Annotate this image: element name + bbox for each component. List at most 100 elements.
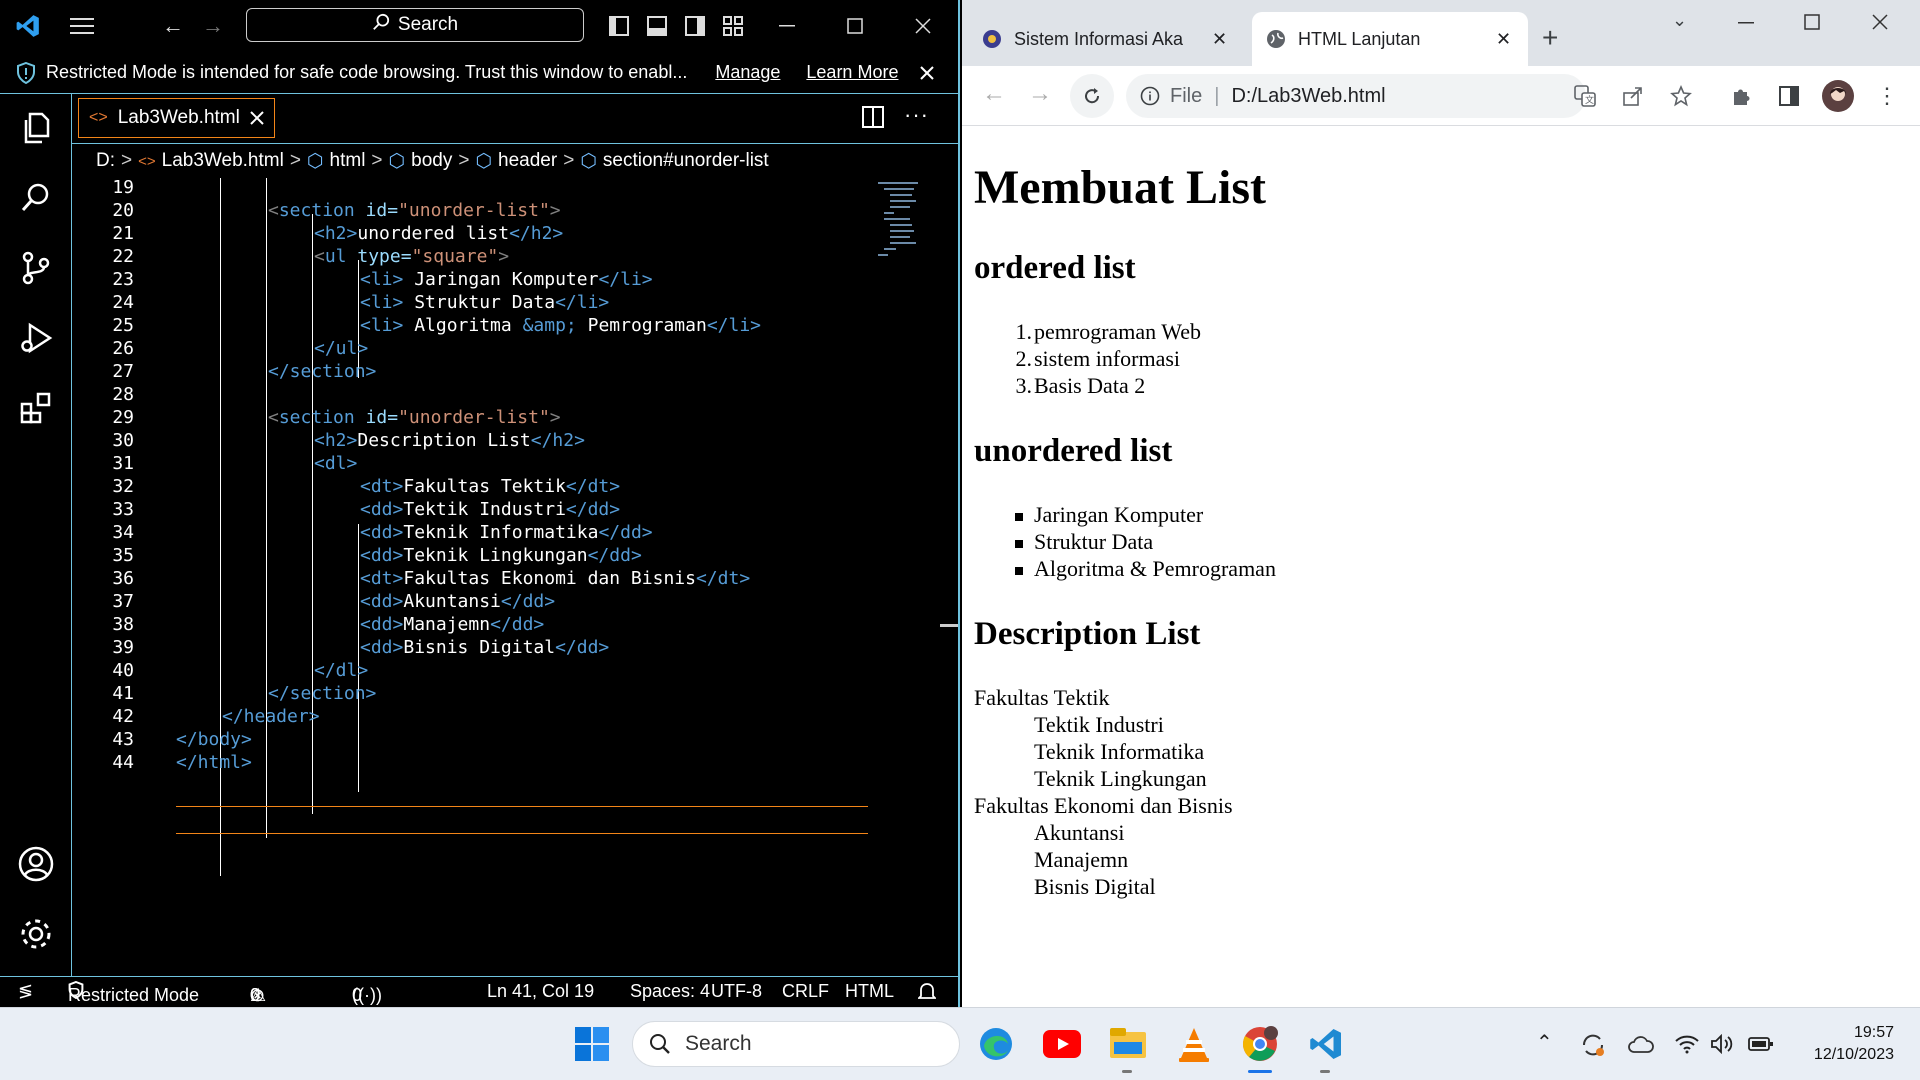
breadcrumb-header[interactable]: header: [498, 150, 557, 172]
list-item: Basis Data 2: [1034, 373, 1146, 398]
sync-icon[interactable]: [1580, 1032, 1606, 1063]
toggle-panel-icon[interactable]: [642, 0, 672, 52]
explorer-icon[interactable]: [10, 102, 62, 154]
code-line-41: </section>: [268, 683, 377, 704]
battery-icon[interactable]: [1748, 1036, 1774, 1057]
restricted-mode-status[interactable]: Restricted Mode: [68, 981, 199, 1005]
onedrive-cloud-icon[interactable]: [1628, 1036, 1654, 1059]
vscode-taskbar-icon[interactable]: [1304, 1022, 1348, 1066]
close-tab-icon[interactable]: [250, 111, 264, 125]
file-explorer-icon[interactable]: [1106, 1022, 1150, 1066]
system-clock[interactable]: 19:57 12/10/2023: [1814, 1022, 1894, 1066]
maximize-icon[interactable]: [1804, 14, 1820, 35]
bookmark-star-icon[interactable]: [1670, 85, 1692, 107]
share-icon[interactable]: [1622, 85, 1644, 107]
tab-lab3web[interactable]: <> Lab3Web.html: [78, 98, 275, 138]
scrollbar-slider[interactable]: [940, 624, 958, 627]
code-editor[interactable]: 19 20 21 22 23 24 25 26 27 28 29 30 31 3…: [72, 177, 958, 976]
volume-icon[interactable]: [1710, 1033, 1736, 1059]
html-file-icon: <>: [89, 109, 108, 126]
close-window-icon[interactable]: [1872, 14, 1888, 35]
chrome-window: Sistem Informasi Aka ✕ HTML Lanjutan ✕ +…: [962, 0, 1920, 1007]
close-banner-icon[interactable]: [920, 65, 935, 80]
menu-icon[interactable]: [64, 0, 100, 52]
current-line-highlight: [176, 806, 868, 834]
line-number: 44: [112, 752, 134, 773]
remote-indicator-icon[interactable]: ≶: [18, 981, 33, 1002]
chrome-icon[interactable]: [1238, 1022, 1282, 1066]
minimap[interactable]: [876, 178, 936, 262]
indentation-status[interactable]: Spaces: 4: [630, 981, 710, 1002]
minimize-icon[interactable]: [772, 0, 802, 52]
more-actions-icon[interactable]: ···: [904, 102, 929, 128]
breadcrumb-body[interactable]: body: [411, 150, 452, 172]
cursor-position[interactable]: Ln 41, Col 19: [487, 981, 594, 1002]
more-menu-icon[interactable]: ⋮: [1876, 83, 1898, 109]
side-panel-icon[interactable]: [1778, 85, 1800, 107]
code-line-32: <dt>Fakultas Tektik</dt>: [360, 476, 621, 497]
profile-avatar[interactable]: [1822, 80, 1854, 112]
search-icon[interactable]: [10, 172, 62, 224]
breadcrumb-section[interactable]: section#unorder-list: [603, 150, 769, 172]
extensions-icon[interactable]: [10, 382, 62, 434]
line-number: 32: [112, 476, 134, 497]
description-detail: Teknik Lingkungan: [1034, 766, 1207, 791]
tab-search-chevron-icon[interactable]: ⌄: [1672, 10, 1687, 31]
learn-more-link[interactable]: Learn More: [806, 62, 898, 83]
extensions-puzzle-icon[interactable]: [1730, 85, 1752, 107]
customize-layout-icon[interactable]: [718, 0, 748, 52]
url-scheme: File: [1170, 84, 1203, 107]
breadcrumb-html[interactable]: html: [330, 150, 366, 172]
new-tab-plus-icon[interactable]: +: [1542, 22, 1558, 54]
reload-icon[interactable]: [1070, 74, 1114, 118]
back-arrow-icon[interactable]: ←: [158, 0, 188, 52]
forward-arrow-icon[interactable]: →: [1028, 80, 1052, 108]
split-editor-icon[interactable]: [862, 106, 884, 133]
list-item: Struktur Data: [1034, 529, 1154, 554]
close-tab-icon[interactable]: ✕: [1212, 29, 1227, 50]
chrome-tab-strip: Sistem Informasi Aka ✕ HTML Lanjutan ✕ +…: [962, 0, 1920, 66]
breadcrumb-file[interactable]: Lab3Web.html: [162, 150, 284, 172]
manage-gear-icon[interactable]: [10, 908, 62, 960]
youtube-icon[interactable]: [1040, 1022, 1084, 1066]
toggle-secondary-sidebar-icon[interactable]: [680, 0, 710, 52]
edge-icon[interactable]: [974, 1022, 1018, 1066]
manage-link[interactable]: Manage: [715, 62, 780, 83]
maximize-icon[interactable]: [840, 0, 870, 52]
vlc-icon[interactable]: [1172, 1022, 1216, 1066]
line-number: 40: [112, 660, 134, 681]
language-mode[interactable]: HTML: [845, 981, 894, 1002]
eol-status[interactable]: CRLF: [782, 981, 829, 1002]
address-bar[interactable]: File | D:/Lab3Web.html: [1126, 74, 1586, 118]
breadcrumb-drive[interactable]: D:: [96, 150, 115, 172]
wifi-icon[interactable]: [1674, 1034, 1700, 1059]
accounts-icon[interactable]: [10, 838, 62, 890]
run-and-debug-icon[interactable]: [10, 312, 62, 364]
tab-html-lanjutan[interactable]: HTML Lanjutan ✕: [1252, 12, 1528, 66]
code-line-27: </section>: [268, 361, 377, 382]
vscode-logo-icon: [10, 0, 46, 52]
taskbar-search[interactable]: Search: [632, 1021, 960, 1067]
back-arrow-icon[interactable]: ←: [982, 80, 1006, 108]
list-marker: 2.: [1015, 346, 1033, 371]
show-hidden-icons-chevron[interactable]: ⌃: [1536, 1030, 1553, 1055]
close-tab-icon[interactable]: ✕: [1496, 29, 1511, 50]
source-control-icon[interactable]: [10, 242, 62, 294]
line-number: 30: [112, 430, 134, 451]
minimize-icon[interactable]: [1738, 14, 1754, 33]
description-term: Fakultas Ekonomi dan Bisnis: [974, 793, 1233, 818]
notifications-bell-icon[interactable]: [916, 981, 938, 1006]
translate-icon[interactable]: 文: [1574, 85, 1596, 107]
command-center-search[interactable]: Search: [246, 8, 584, 42]
code-line-22: <ul type="square">: [314, 246, 510, 267]
encoding-status[interactable]: UTF-8: [711, 981, 762, 1002]
windows-start-icon[interactable]: [570, 1022, 614, 1066]
close-window-icon[interactable]: [908, 0, 938, 52]
tab-sistem-informasi[interactable]: Sistem Informasi Aka ✕: [968, 12, 1250, 66]
forward-arrow-icon[interactable]: →: [198, 0, 228, 52]
info-icon[interactable]: [1140, 86, 1160, 106]
toggle-primary-sidebar-icon[interactable]: [604, 0, 634, 52]
indent-guide: [312, 420, 313, 814]
line-number: 27: [112, 361, 134, 382]
code-line-21: <h2>unordered list</h2>: [314, 223, 564, 244]
